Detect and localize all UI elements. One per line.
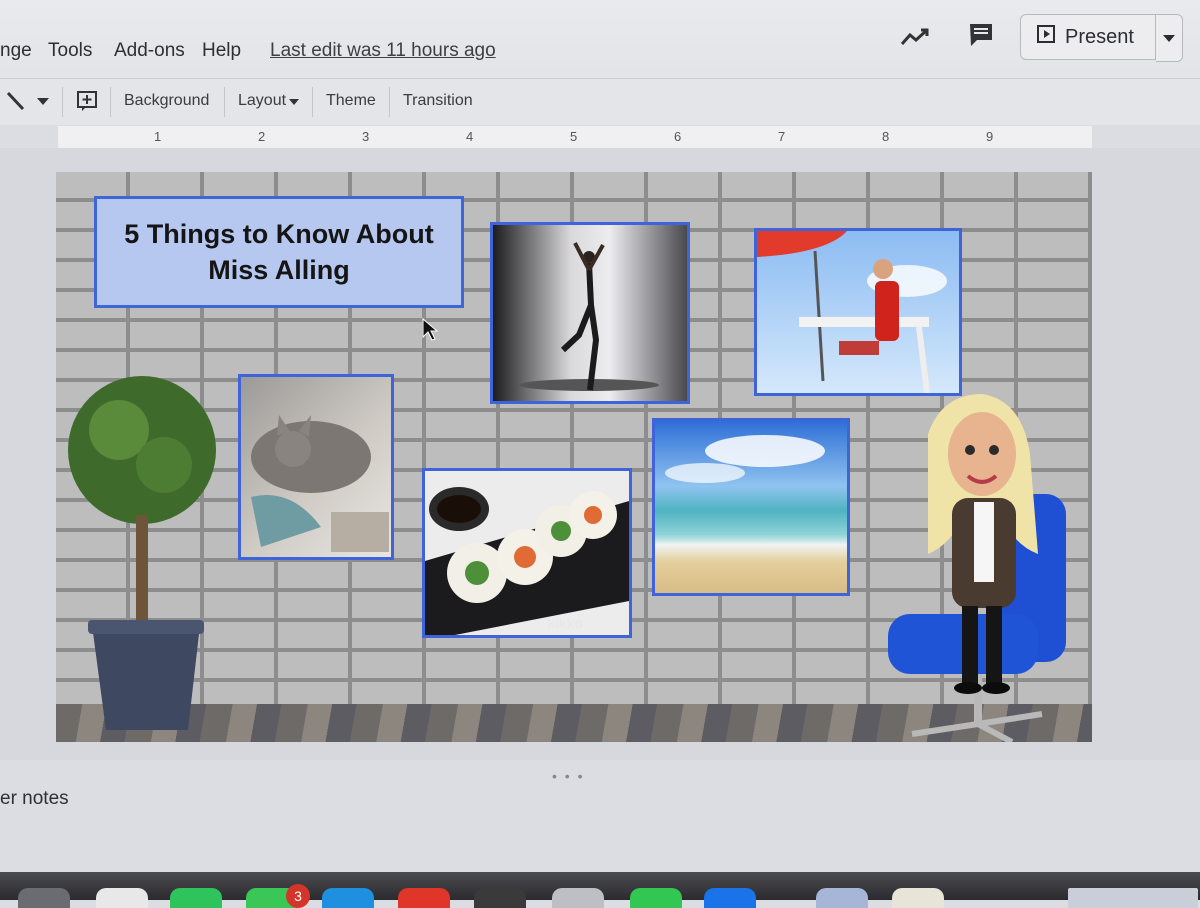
dock-app-icon[interactable] [398,888,450,908]
menu-tools[interactable]: Tools [48,40,92,62]
notification-badge: 3 [286,884,310,908]
dock-app-icon[interactable] [474,888,526,908]
beach-photo[interactable] [652,418,850,596]
toolbar: Background Layout Theme Transition [0,78,1200,125]
present-button[interactable]: Present [1020,14,1156,60]
present-play-icon [1037,25,1055,49]
horizontal-ruler: 1 2 3 4 5 6 7 8 9 [58,126,1092,149]
dock-app-icon[interactable] [630,888,682,908]
dock-app-icon[interactable] [704,888,756,908]
dock-app-icon[interactable] [322,888,374,908]
ruler-tick-label: 9 [986,129,994,144]
transition-button[interactable]: Transition [403,92,473,110]
layout-button[interactable]: Layout [238,92,286,110]
dock-window-thumbnail[interactable] [1068,888,1198,908]
speaker-notes-placeholder[interactable]: er notes [0,788,69,810]
dock-app-icon[interactable] [816,888,868,908]
ruler-tick-label: 4 [466,129,474,144]
potted-topiary-image[interactable] [64,370,234,742]
mouse-cursor-icon [422,317,439,347]
dock-app-icon[interactable] [170,888,222,908]
ruler-tick-label: 8 [882,129,890,144]
line-tool-icon[interactable] [4,87,30,115]
theme-button[interactable]: Theme [326,92,376,110]
dancer-photo[interactable] [490,222,690,404]
toolbar-divider [62,87,63,117]
toolbar-divider [389,87,390,117]
background-button[interactable]: Background [124,92,209,110]
toolbar-divider [110,87,111,117]
menu-bar: nge Tools Add-ons Help Last edit was 11 … [0,0,1200,78]
menu-change[interactable]: nge [0,40,32,62]
menu-addons[interactable]: Add-ons [114,40,185,62]
title-line-1: 5 Things to Know About [124,219,434,249]
ruler-tick-label: 6 [674,129,682,144]
notes-resize-handle[interactable]: • • • [552,768,584,784]
cat-photo[interactable] [238,374,394,560]
ruler-tick-label: 7 [778,129,786,144]
present-label: Present [1065,25,1134,48]
last-edit-link[interactable]: Last edit was 11 hours ago [270,40,496,62]
chevron-down-icon[interactable] [34,89,52,113]
ruler-tick-label: 5 [570,129,578,144]
slide-title[interactable]: 5 Things to Know About Miss Alling [94,196,464,308]
sushi-watermark: kikko [547,615,583,631]
dock-app-icon[interactable] [18,888,70,908]
menu-help[interactable]: Help [202,40,241,62]
ruler-tick-label: 1 [154,129,162,144]
dock-app-icon[interactable] [96,888,148,908]
layout-chevron-down-icon [287,95,301,109]
ruler-tick-label: 2 [258,129,266,144]
add-comment-icon[interactable] [74,88,100,114]
present-dropdown-button[interactable] [1156,14,1183,62]
comments-icon[interactable] [966,20,996,50]
sushi-photo[interactable]: kikko [422,468,632,638]
dock-app-icon[interactable] [552,888,604,908]
toolbar-divider [312,87,313,117]
activity-trend-icon[interactable] [898,24,932,50]
bitmoji-avatar[interactable] [882,394,1082,742]
slide[interactable]: 5 Things to Know About Miss Alling kikko [56,172,1092,742]
ruler-tick-label: 3 [362,129,370,144]
toolbar-divider [224,87,225,117]
lifeguard-photo[interactable] [754,228,962,396]
title-line-2: Miss Alling [208,255,350,285]
dock-app-icon[interactable] [892,888,944,908]
